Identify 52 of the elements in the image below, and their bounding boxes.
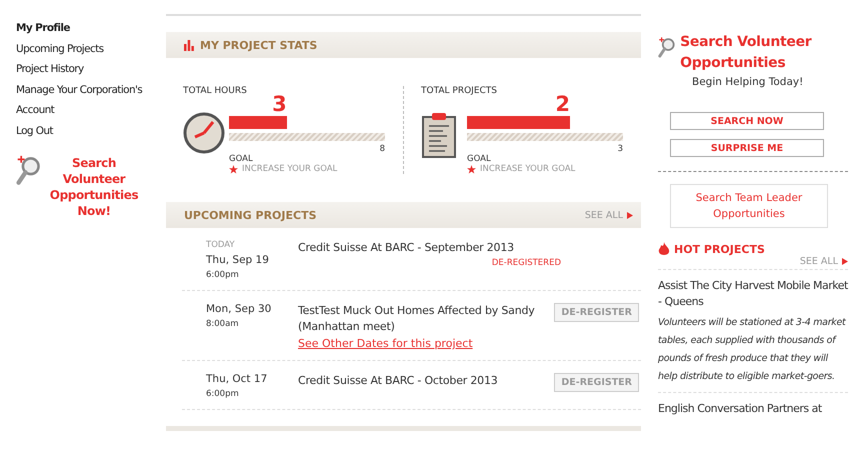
project-time: 6:00pm [206,270,240,280]
hot-project-title[interactable]: English Conversation Partners at [658,401,848,417]
search-heading: Search Volunteer Opportunities [680,33,813,73]
hot-project-description: Volunteers will be stationed at 3-4 market tables, each supplied with thousands of pounds of fresh produce that they will help distribute to eligible market-goers. [658,316,847,384]
arrow-icon [627,212,633,218]
project-title[interactable]: TestTest Muck Out Homes Affected by Sandy (Manhattan meet) [298,303,554,335]
project-title[interactable]: Credit Suisse At BARC - October 2013 [298,373,554,389]
today-label: TODAY [206,240,236,250]
flame-icon [658,242,670,256]
clipboard-icon [421,112,457,158]
team-leader-button[interactable]: Search Team Leader Opportunities [670,184,828,228]
promo-link[interactable]: Search Volunteer Opportunities Now! [44,155,144,219]
see-all-link[interactable]: SEE ALL [800,256,848,267]
stat-value: 2 [555,92,570,116]
sidebar-link[interactable]: Upcoming Projects [16,38,156,59]
project-date: Thu, Oct 17 [206,373,268,385]
other-dates-link[interactable]: See Other Dates for this project [298,337,554,350]
bar-chart-icon [184,40,194,50]
star-icon [229,164,238,174]
see-all-link[interactable]: SEE ALL [584,210,633,220]
deregister-button[interactable]: DE-REGISTER [554,373,639,392]
section-title: MY PROJECT STATS [200,38,318,52]
project-time: 6:00pm [206,389,240,399]
goal-label: GOAL [229,154,254,164]
sidebar-link[interactable]: Project History [16,59,156,80]
increase-goal-link[interactable]: INCREASE YOUR GOAL [242,164,338,174]
goal-value: 8 [380,144,385,154]
section-title: HOT PROJECTS [674,242,765,256]
stat-label: TOTAL HOURS [183,86,248,96]
sidebar-link[interactable]: My Profile [16,18,156,38]
increase-goal-link[interactable]: INCREASE YOUR GOAL [480,164,576,174]
magnifier-icon [16,155,42,186]
sidebar-link[interactable]: Manage Your Corporation's Account [16,80,156,120]
search-button[interactable]: SEARCH NOW [670,112,824,130]
deregister-button[interactable]: DE-REGISTER [554,303,639,322]
project-date: Mon, Sep 30 [206,303,272,315]
project-title[interactable]: Credit Suisse At BARC - September 2013 [298,240,641,256]
star-icon [467,164,476,174]
search-button[interactable]: SURPRISE ME [670,139,824,157]
goal-label: GOAL [467,154,492,164]
clock-icon [183,112,225,154]
hot-project-title[interactable]: Assist The City Harvest Mobile Market - Queens [658,278,848,310]
arrow-icon [842,258,848,265]
stat-value: 3 [272,92,287,116]
stat-label: TOTAL PROJECTS [421,86,498,96]
project-time: 8:00am [206,319,240,329]
section-title: UPCOMING PROJECTS [184,208,317,222]
search-subtitle: Begin Helping Today! [692,76,804,88]
sidebar-link[interactable]: Log Out [16,120,156,141]
status-label: DE-REGISTERED [492,258,561,268]
project-date: Thu, Sep 19 [206,254,270,266]
goal-value: 3 [618,144,623,154]
